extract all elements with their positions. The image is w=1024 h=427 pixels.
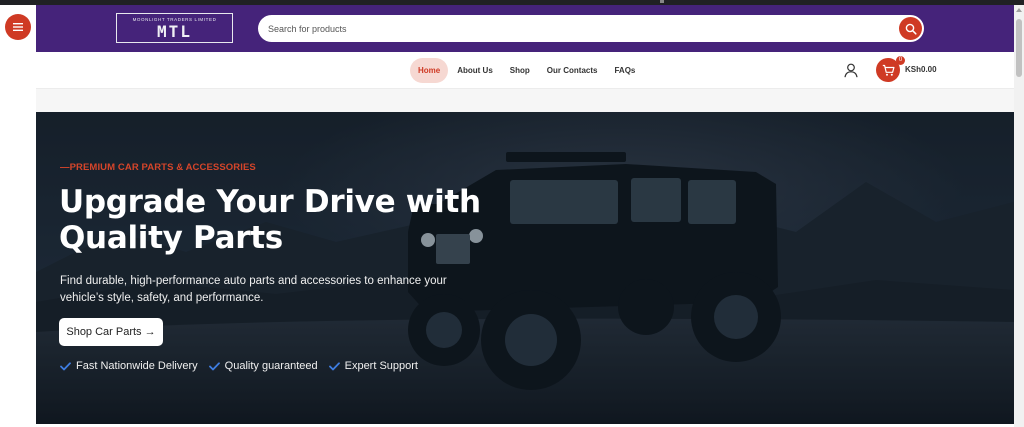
- search-input[interactable]: [268, 19, 868, 38]
- feature-label: Quality guaranteed: [224, 360, 318, 372]
- check-icon: [208, 361, 220, 370]
- feature-item: Fast Nationwide Delivery: [60, 360, 198, 372]
- feature-item: Expert Support: [328, 360, 418, 372]
- cart-count-badge: 0: [896, 56, 905, 65]
- cart-icon: [882, 64, 894, 76]
- vertical-scrollbar[interactable]: [1014, 5, 1024, 427]
- feature-item: Quality guaranteed: [208, 360, 318, 372]
- search-button[interactable]: [899, 17, 922, 40]
- nav-item-home[interactable]: Home: [410, 57, 449, 83]
- main-nav: Home About Us Shop Our Contacts FAQs 0 K…: [36, 52, 1014, 89]
- feature-label: Fast Nationwide Delivery: [76, 360, 198, 372]
- logo-mark: MTL: [157, 21, 192, 41]
- page: MOONLIGHT TRADERS LIMITED MTL Home About…: [0, 0, 1024, 427]
- nav-item-shop[interactable]: Shop: [502, 58, 538, 83]
- hamburger-menu-icon: [13, 23, 23, 31]
- hero-eyebrow: —PREMIUM CAR PARTS & ACCESSORIES: [60, 162, 256, 173]
- search-icon: [905, 23, 917, 35]
- user-icon[interactable]: [844, 63, 858, 78]
- hero-background-image: [36, 112, 1014, 424]
- menu-button[interactable]: [5, 14, 31, 40]
- hero-banner: —PREMIUM CAR PARTS & ACCESSORIES Upgrade…: [36, 112, 1014, 424]
- check-icon: [328, 361, 340, 370]
- site-logo[interactable]: MOONLIGHT TRADERS LIMITED MTL: [116, 13, 233, 43]
- cart-total[interactable]: KSh0.00: [905, 65, 937, 74]
- feature-list: Fast Nationwide Delivery Quality guarant…: [60, 360, 418, 372]
- search-bar: [258, 15, 924, 42]
- site-header: MOONLIGHT TRADERS LIMITED MTL: [36, 5, 1014, 52]
- nav-item-faqs[interactable]: FAQs: [606, 58, 643, 83]
- nav-item-our-contacts[interactable]: Our Contacts: [539, 58, 606, 83]
- shop-car-parts-button[interactable]: Shop Car Parts →: [59, 318, 163, 346]
- scroll-up-arrow-icon[interactable]: [1016, 8, 1022, 12]
- scrollbar-thumb[interactable]: [1016, 19, 1022, 77]
- nav-menu: Home About Us Shop Our Contacts FAQs: [410, 57, 644, 83]
- check-icon: [60, 361, 71, 370]
- hero-description: Find durable, high-performance auto part…: [60, 275, 447, 304]
- hero-title: Upgrade Your Drive with Quality Parts: [59, 184, 481, 256]
- left-gutter: [0, 5, 36, 427]
- header-spacer: [36, 89, 1014, 112]
- nav-item-about-us[interactable]: About Us: [449, 58, 501, 83]
- feature-label: Expert Support: [344, 360, 418, 372]
